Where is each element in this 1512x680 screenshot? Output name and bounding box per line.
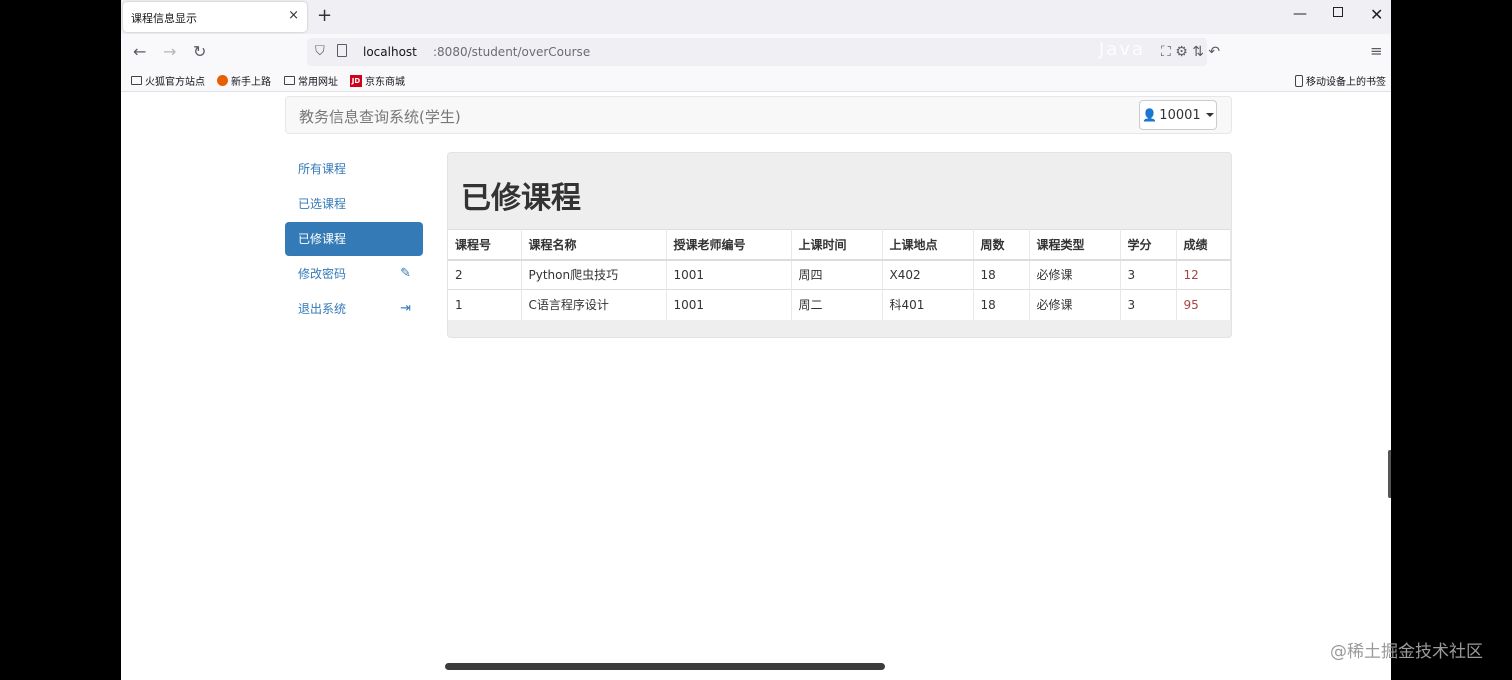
url-bar[interactable]: ⛉ localhost :8080/student/overCourse — [307, 38, 1207, 66]
folder-icon — [284, 76, 295, 85]
reload-icon[interactable]: ↻ — [193, 42, 206, 61]
column-header: 学分 — [1120, 229, 1177, 261]
site-watermark: @稀土掘金技术社区 — [1330, 642, 1483, 662]
scrollbar[interactable] — [1388, 450, 1391, 498]
column-header: 课程号 — [448, 229, 522, 261]
cell-time: 周二 — [791, 289, 883, 320]
bookmarks-bar: 火狐官方站点 新手上路 常用网址 JD 京东商城 移动设备上的书签 — [121, 70, 1391, 92]
cell-grade: 12 — [1176, 259, 1231, 290]
shield-icon[interactable]: ⛉ — [315, 44, 325, 59]
bookmark-common-sites[interactable]: 常用网址 — [284, 73, 338, 88]
cell-credits: 3 — [1120, 289, 1177, 320]
sidebar-item-completed-courses[interactable]: 已修课程 — [285, 222, 423, 256]
cell-location: 科401 — [882, 289, 974, 320]
firefox-icon — [217, 75, 228, 86]
tab-close-icon[interactable]: × — [288, 8, 299, 23]
cell-teacher-id: 1001 — [666, 259, 792, 290]
table-header-row: 课程号 课程名称 授课老师编号 上课时间 上课地点 周数 课程类型 学分 成绩 — [448, 229, 1231, 261]
cell-location: X402 — [882, 259, 974, 290]
caret-down-icon — [1205, 113, 1214, 117]
sidebar-item-logout[interactable]: 退出系统 ⇥ — [285, 292, 423, 326]
video-watermark: Java — [1099, 39, 1146, 60]
jd-icon: JD — [350, 74, 362, 87]
column-header: 授课老师编号 — [666, 229, 792, 261]
sidebar-item-all-courses[interactable]: 所有课程 — [285, 152, 423, 186]
cell-course-name: Python爬虫技巧 — [521, 259, 667, 290]
tab-title: 课程信息显示 — [131, 12, 197, 25]
cell-type: 必修课 — [1029, 289, 1121, 320]
brand-title[interactable]: 教务信息查询系统(学生) — [299, 106, 461, 127]
tab-strip: 课程信息显示 × + — ✕ — [121, 0, 1391, 34]
bookmark-firefox-site[interactable]: 火狐官方站点 — [131, 73, 205, 88]
hamburger-menu-icon[interactable]: ≡ — [1370, 42, 1383, 60]
column-header: 课程名称 — [521, 229, 667, 261]
bookmark-jd[interactable]: JD 京东商城 — [350, 73, 405, 88]
column-header: 上课地点 — [882, 229, 974, 261]
window-close-icon[interactable]: ✕ — [1370, 5, 1383, 24]
cell-type: 必修课 — [1029, 259, 1121, 290]
cell-teacher-id: 1001 — [666, 289, 792, 320]
cell-course-id: 1 — [448, 289, 522, 320]
cell-time: 周四 — [791, 259, 883, 290]
cell-course-id: 2 — [448, 259, 522, 290]
tab-course-info[interactable]: 课程信息显示 × — [123, 2, 307, 32]
back-arrow-icon[interactable]: ← — [133, 42, 146, 61]
app-navbar: 教务信息查询系统(学生) 👤 10001 — [285, 96, 1232, 134]
column-header: 上课时间 — [791, 229, 883, 261]
forward-arrow-icon[interactable]: → — [163, 42, 176, 61]
table-row: 1 C语言程序设计 1001 周二 科401 18 必修课 3 95 — [448, 289, 1231, 320]
user-dropdown[interactable]: 👤 10001 — [1139, 100, 1217, 130]
user-id: 10001 — [1159, 107, 1201, 123]
mobile-icon — [1295, 74, 1303, 87]
cell-credits: 3 — [1120, 259, 1177, 290]
browser-window: 课程信息显示 × + — ✕ ← → ↻ ⛉ localhost :8080/s… — [121, 0, 1391, 680]
page-title: 已修课程 — [461, 181, 581, 216]
column-header: 成绩 — [1176, 229, 1231, 261]
logout-icon: ⇥ — [400, 301, 411, 316]
new-tab-icon[interactable]: + — [317, 5, 332, 26]
sidebar: 所有课程 已选课程 已修课程 修改密码 ✎ 退出系统 ⇥ — [285, 152, 423, 327]
cell-weeks: 18 — [973, 259, 1030, 290]
home-indicator[interactable] — [445, 663, 885, 670]
column-header: 周数 — [973, 229, 1030, 261]
user-icon: 👤 — [1142, 108, 1158, 122]
extension-icons[interactable]: ⛶ ⚙ ⇅ ↶ — [1161, 44, 1220, 60]
restore-icon[interactable] — [1333, 7, 1343, 17]
cell-course-name: C语言程序设计 — [521, 289, 667, 320]
bookmark-getting-started[interactable]: 新手上路 — [217, 73, 271, 88]
page-icon — [337, 44, 347, 57]
completed-courses-panel: 已修课程 课程号 课程名称 授课老师编号 上课时间 上课地点 周数 课程类型 学… — [447, 152, 1232, 338]
table-row: 2 Python爬虫技巧 1001 周四 X402 18 必修课 3 12 — [448, 259, 1231, 290]
pencil-icon: ✎ — [400, 266, 411, 281]
sidebar-item-selected-courses[interactable]: 已选课程 — [285, 187, 423, 221]
column-header: 课程类型 — [1029, 229, 1121, 261]
url-path: :8080/student/overCourse — [433, 45, 591, 59]
bookmark-mobile[interactable]: 移动设备上的书签 — [1295, 73, 1386, 88]
course-table: 课程号 课程名称 授课老师编号 上课时间 上课地点 周数 课程类型 学分 成绩 … — [448, 229, 1231, 320]
cell-weeks: 18 — [973, 289, 1030, 320]
folder-icon — [131, 76, 142, 85]
url-host: localhost — [363, 45, 417, 59]
sidebar-item-change-password[interactable]: 修改密码 ✎ — [285, 257, 423, 291]
cell-grade: 95 — [1176, 289, 1231, 320]
minimize-icon[interactable]: — — [1293, 6, 1307, 22]
